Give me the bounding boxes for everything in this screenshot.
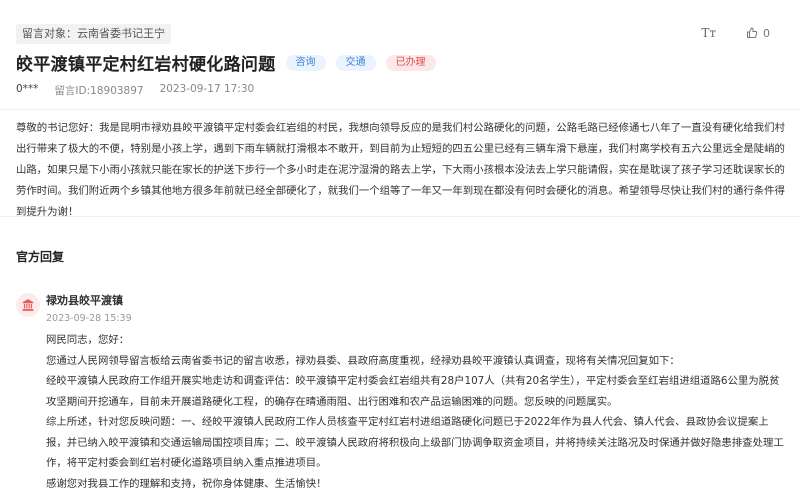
- reply-paragraph: 网民同志，您好：: [46, 330, 788, 351]
- reply-section-title: 官方回复: [16, 248, 64, 265]
- recipient-label: 留言对象：云南省委书记王宁: [16, 24, 171, 44]
- avatar: [16, 293, 40, 317]
- divider: [0, 216, 800, 217]
- message-time: 2023-09-17 17:30: [160, 83, 255, 98]
- reply-org-name: 禄劝县皎平渡镇: [46, 293, 132, 309]
- author-name: 0***: [16, 83, 38, 98]
- message-meta: 0*** 留言ID:18903897 2023-09-17 17:30: [16, 83, 254, 98]
- reply-time: 2023-09-28 15:39: [46, 313, 132, 324]
- page-title: 皎平渡镇平定村红岩村硬化路问题: [16, 50, 276, 75]
- reply-paragraph: 您通过人民网领导留言板给云南省委书记的留言收悉，禄劝县委、县政府高度重视，经禄劝…: [46, 351, 788, 372]
- tag-consult[interactable]: 咨询: [286, 55, 326, 71]
- message-body: 尊敬的书记您好：我是昆明市禄劝县皎平渡镇平定村委会红岩组的村民，我想向领导反应的…: [16, 118, 788, 223]
- like-count: 0: [763, 27, 770, 40]
- title-row: 皎平渡镇平定村红岩村硬化路问题 咨询 交通 已办理: [16, 50, 436, 75]
- reply-paragraph: 经皎平渡镇人民政府工作组开展实地走访和调查评估：皎平渡镇平定村委会红岩组共有28…: [46, 371, 788, 412]
- status-badge: 已办理: [386, 55, 436, 71]
- divider: [0, 109, 800, 110]
- font-size-icon[interactable]: Tт: [701, 26, 716, 40]
- government-emblem-icon: [21, 298, 35, 312]
- reply-paragraph: 综上所述，针对您反映问题：一、经皎平渡镇人民政府工作人员核查平定村红岩村进组道路…: [46, 412, 788, 474]
- thumbs-up-icon: [746, 27, 758, 39]
- reply-header: 禄劝县皎平渡镇 2023-09-28 15:39: [16, 293, 132, 324]
- toolbar: Tт 0: [701, 26, 770, 40]
- message-id: 留言ID:18903897: [54, 83, 143, 98]
- reply-paragraph: 感谢您对我县工作的理解和支持，祝你身体健康、生活愉快！: [46, 474, 788, 494]
- reply-body: 网民同志，您好： 您通过人民网领导留言板给云南省委书记的留言收悉，禄劝县委、县政…: [46, 330, 788, 494]
- tag-traffic[interactable]: 交通: [336, 55, 376, 71]
- like-button[interactable]: 0: [746, 27, 770, 40]
